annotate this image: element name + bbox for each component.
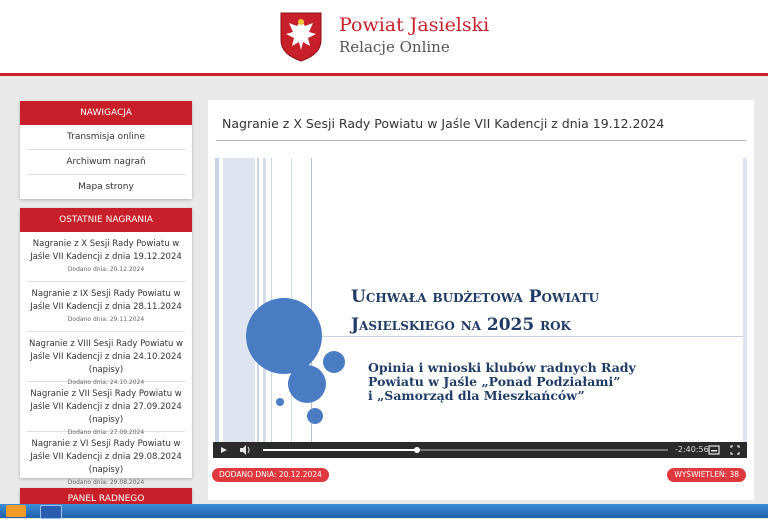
recent-item[interactable]: Nagranie z VII Sesji Rady Powiatu w Jaśl…: [27, 382, 185, 436]
recent-item-date: Dodano dnia: 29.11.2024: [67, 316, 145, 323]
nav-heading: NAWIGACJA: [20, 101, 192, 125]
video-player[interactable]: Uchwała budżetowa Powiatu Jasielskiego n…: [213, 158, 747, 458]
slide-heading: Uchwała budżetowa Powiatu: [351, 287, 600, 307]
recent-item-date: Dodano dnia: 20.12.2024: [67, 266, 145, 273]
slide-text: i „Samorząd dla Mieszkańców”: [368, 388, 585, 403]
nav-panel: NAWIGACJA Transmisja online Archiwum nag…: [20, 101, 192, 199]
site-subtitle: Relacje Online: [339, 38, 450, 56]
main-content: Nagranie z X Sesji Rady Powiatu w Jaśle …: [208, 100, 754, 500]
site-title[interactable]: Powiat Jasielski: [339, 14, 489, 36]
recent-item-title[interactable]: Nagranie z VI Sesji Rady Powiatu w Jaśle…: [27, 438, 185, 477]
play-icon[interactable]: [219, 442, 229, 458]
recent-item-title[interactable]: Nagranie z VII Sesji Rady Powiatu w Jaśl…: [27, 388, 185, 427]
recent-heading: OSTATNIE NAGRANIA: [20, 208, 192, 232]
recent-item[interactable]: Nagranie z X Sesji Rady Powiatu w Jaśle …: [27, 232, 185, 282]
progress-track[interactable]: [263, 447, 668, 453]
coat-of-arms-icon[interactable]: [280, 12, 322, 62]
recent-item[interactable]: Nagranie z IX Sesji Rady Powiatu w Jaśle…: [27, 282, 185, 332]
site-header: Powiat Jasielski Relacje Online: [0, 0, 768, 76]
subtitles-icon[interactable]: [708, 442, 720, 458]
nav-item-mapa[interactable]: Mapa strony: [27, 175, 185, 199]
browser-taskbar-icon[interactable]: [6, 505, 26, 517]
recent-item-title[interactable]: Nagranie z VIII Sesji Rady Powiatu w Jaś…: [27, 338, 185, 377]
time-remaining: -2:40:56: [675, 445, 709, 454]
added-date-badge: DODANO DNIA: 20.12.2024: [212, 468, 329, 482]
recent-item-title[interactable]: Nagranie z X Sesji Rady Powiatu w Jaśle …: [27, 238, 185, 264]
os-taskbar: [0, 504, 768, 519]
views-badge: WYŚWIETLEŃ: 38: [667, 468, 746, 482]
player-controls: -2:40:56: [213, 442, 747, 458]
slide-text: Opinia i wnioski klubów radnych Rady: [368, 360, 636, 375]
recent-item[interactable]: Nagranie z VI Sesji Rady Powiatu w Jaśle…: [27, 432, 185, 486]
nav-item-transmisja[interactable]: Transmisja online: [27, 125, 185, 150]
progress-fill: [263, 449, 417, 451]
recent-panel: OSTATNIE NAGRANIA Nagranie z X Sesji Rad…: [20, 208, 192, 486]
title-divider: [216, 140, 746, 141]
progress-handle[interactable]: [413, 447, 420, 453]
fullscreen-icon[interactable]: [729, 442, 741, 458]
recent-item[interactable]: Nagranie z VIII Sesji Rady Powiatu w Jaś…: [27, 332, 185, 386]
slide-text: Powiatu w Jaśle „Ponad Podziałami”: [368, 374, 621, 389]
recent-item-title[interactable]: Nagranie z IX Sesji Rady Powiatu w Jaśle…: [27, 288, 185, 314]
nav-item-archiwum[interactable]: Archiwum nagrań: [27, 150, 185, 175]
volume-icon[interactable]: [239, 442, 251, 458]
word-taskbar-icon[interactable]: [40, 505, 62, 519]
recent-item-date: Dodano dnia: 29.08.2024: [67, 479, 145, 486]
slide-heading: Jasielskiego na 2025 rok: [351, 315, 571, 335]
page-title: Nagranie z X Sesji Rady Powiatu w Jaśle …: [222, 116, 665, 131]
